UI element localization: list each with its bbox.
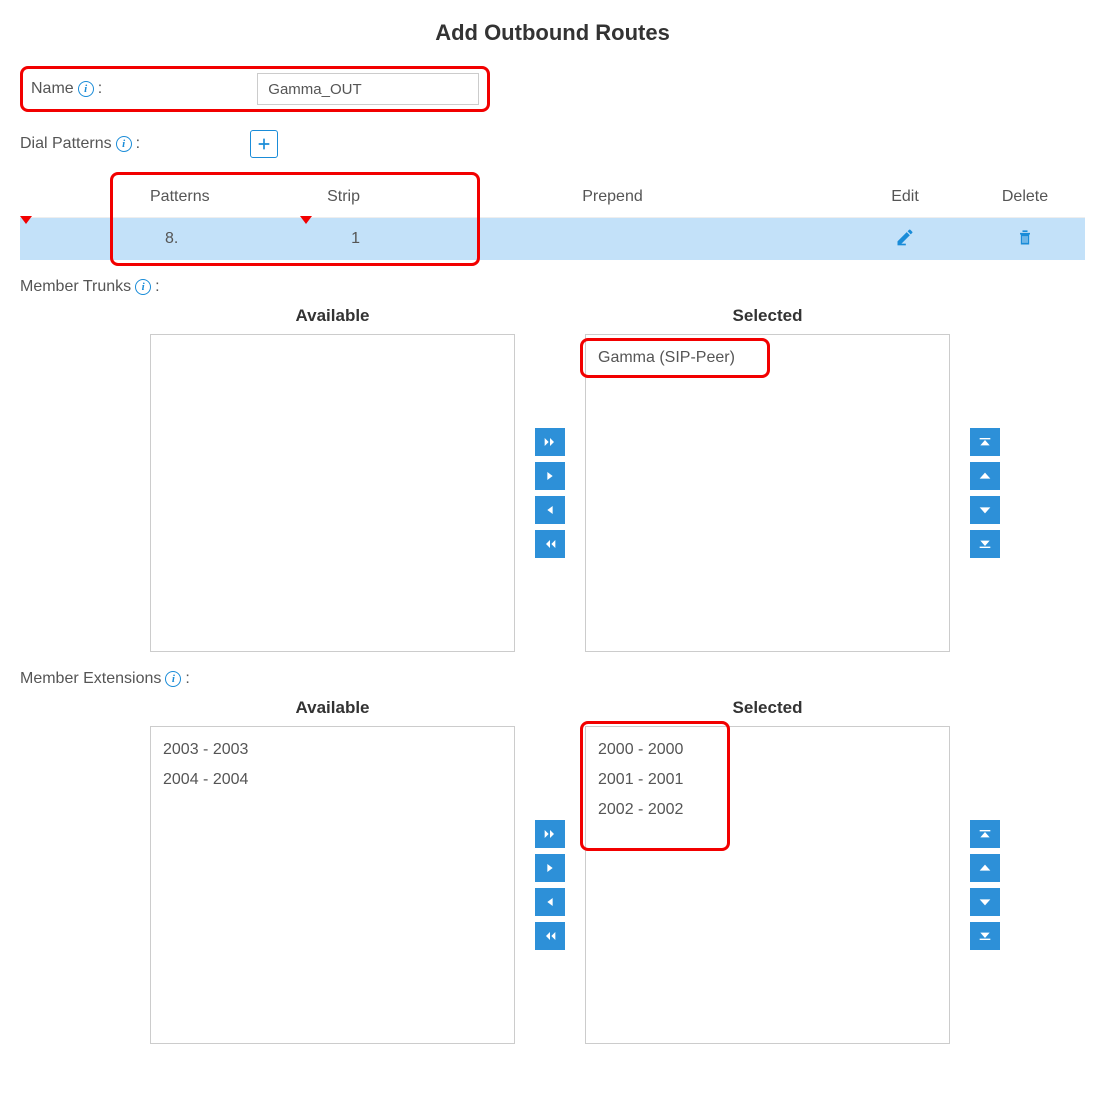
list-item[interactable]: 2003 - 2003 — [163, 735, 502, 765]
list-item[interactable]: 2001 - 2001 — [598, 765, 937, 795]
move-right-button[interactable] — [535, 462, 565, 490]
cell-pattern: 8. — [20, 230, 220, 248]
member-extensions-label: Member Extensions — [20, 670, 161, 688]
move-all-right-button[interactable] — [535, 820, 565, 848]
double-chevron-right-icon — [542, 434, 558, 450]
chevron-up-icon — [977, 468, 993, 484]
move-left-button[interactable] — [535, 496, 565, 524]
bar-chevron-down-icon — [977, 536, 993, 552]
bar-chevron-up-icon — [977, 826, 993, 842]
chevron-right-icon — [542, 468, 558, 484]
trunks-selected-list[interactable]: Gamma (SIP-Peer) — [585, 334, 950, 652]
add-dial-pattern-button[interactable] — [250, 130, 278, 158]
colon: : — [98, 80, 102, 98]
move-bottom-button[interactable] — [970, 922, 1000, 950]
move-bottom-button[interactable] — [970, 530, 1000, 558]
member-trunks-label-row: Member Trunks i : — [20, 278, 1085, 296]
info-icon[interactable]: i — [135, 279, 151, 295]
info-icon[interactable]: i — [78, 81, 94, 97]
trunks-available-list[interactable] — [150, 334, 515, 652]
selected-header: Selected — [733, 698, 803, 718]
dial-patterns-label: Dial Patterns — [20, 135, 112, 153]
extensions-dual-list: Available 2003 - 2003 2004 - 2004 Select… — [150, 698, 1085, 1044]
move-right-button[interactable] — [535, 854, 565, 882]
marker-icon — [20, 216, 32, 224]
list-item[interactable]: 2004 - 2004 — [163, 765, 502, 795]
member-extensions-label-row: Member Extensions i : — [20, 670, 1085, 688]
plus-icon — [256, 136, 272, 152]
header-strip: Strip — [220, 188, 380, 206]
list-item[interactable]: Gamma (SIP-Peer) — [598, 343, 937, 373]
header-patterns: Patterns — [20, 188, 220, 206]
info-icon[interactable]: i — [165, 671, 181, 687]
available-header: Available — [295, 306, 369, 326]
trunks-dual-list: Available Selected Gamma (SIP-Peer) — [150, 306, 1085, 652]
move-top-button[interactable] — [970, 428, 1000, 456]
table-header-row: Patterns Strip Prepend Edit Delete — [20, 176, 1085, 218]
info-icon[interactable]: i — [116, 136, 132, 152]
list-item[interactable]: 2002 - 2002 — [598, 795, 937, 825]
colon: : — [155, 278, 159, 296]
edit-button[interactable] — [895, 234, 915, 251]
ext-available-list[interactable]: 2003 - 2003 2004 - 2004 — [150, 726, 515, 1044]
ext-selected-list[interactable]: 2000 - 2000 2001 - 2001 2002 - 2002 — [585, 726, 950, 1044]
chevron-down-icon — [977, 894, 993, 910]
move-down-button[interactable] — [970, 888, 1000, 916]
trunks-move-buttons — [535, 334, 565, 652]
page-title: Add Outbound Routes — [20, 20, 1085, 46]
name-input[interactable] — [257, 73, 479, 105]
double-chevron-right-icon — [542, 826, 558, 842]
chevron-left-icon — [542, 502, 558, 518]
move-left-button[interactable] — [535, 888, 565, 916]
colon: : — [136, 135, 140, 153]
header-edit: Edit — [845, 188, 965, 206]
move-all-left-button[interactable] — [535, 530, 565, 558]
chevron-up-icon — [977, 860, 993, 876]
chevron-down-icon — [977, 502, 993, 518]
list-item[interactable]: 2000 - 2000 — [598, 735, 937, 765]
table-row[interactable]: 8. 1 — [20, 218, 1085, 260]
trunks-order-buttons — [970, 334, 1000, 652]
name-row-highlight: Name i : — [20, 66, 490, 112]
move-all-left-button[interactable] — [535, 922, 565, 950]
chevron-right-icon — [542, 860, 558, 876]
name-label: Name — [31, 80, 74, 98]
bar-chevron-down-icon — [977, 928, 993, 944]
move-up-button[interactable] — [970, 854, 1000, 882]
move-all-right-button[interactable] — [535, 428, 565, 456]
pencil-icon — [895, 227, 915, 247]
ext-order-buttons — [970, 726, 1000, 1044]
delete-button[interactable] — [1015, 234, 1035, 251]
move-up-button[interactable] — [970, 462, 1000, 490]
double-chevron-left-icon — [542, 536, 558, 552]
header-delete: Delete — [965, 188, 1085, 206]
move-down-button[interactable] — [970, 496, 1000, 524]
dial-patterns-table: Patterns Strip Prepend Edit Delete 8. 1 — [20, 176, 1085, 260]
available-header: Available — [295, 698, 369, 718]
member-trunks-label: Member Trunks — [20, 278, 131, 296]
dial-patterns-label-cell: Dial Patterns i : — [20, 135, 250, 153]
cell-strip: 1 — [220, 230, 380, 248]
colon: : — [185, 670, 189, 688]
chevron-left-icon — [542, 894, 558, 910]
name-label-cell: Name i : — [31, 80, 257, 98]
bar-chevron-up-icon — [977, 434, 993, 450]
marker-icon — [300, 216, 312, 224]
header-prepend: Prepend — [380, 188, 845, 206]
move-top-button[interactable] — [970, 820, 1000, 848]
trash-icon — [1015, 227, 1035, 247]
double-chevron-left-icon — [542, 928, 558, 944]
ext-move-buttons — [535, 726, 565, 1044]
selected-header: Selected — [733, 306, 803, 326]
